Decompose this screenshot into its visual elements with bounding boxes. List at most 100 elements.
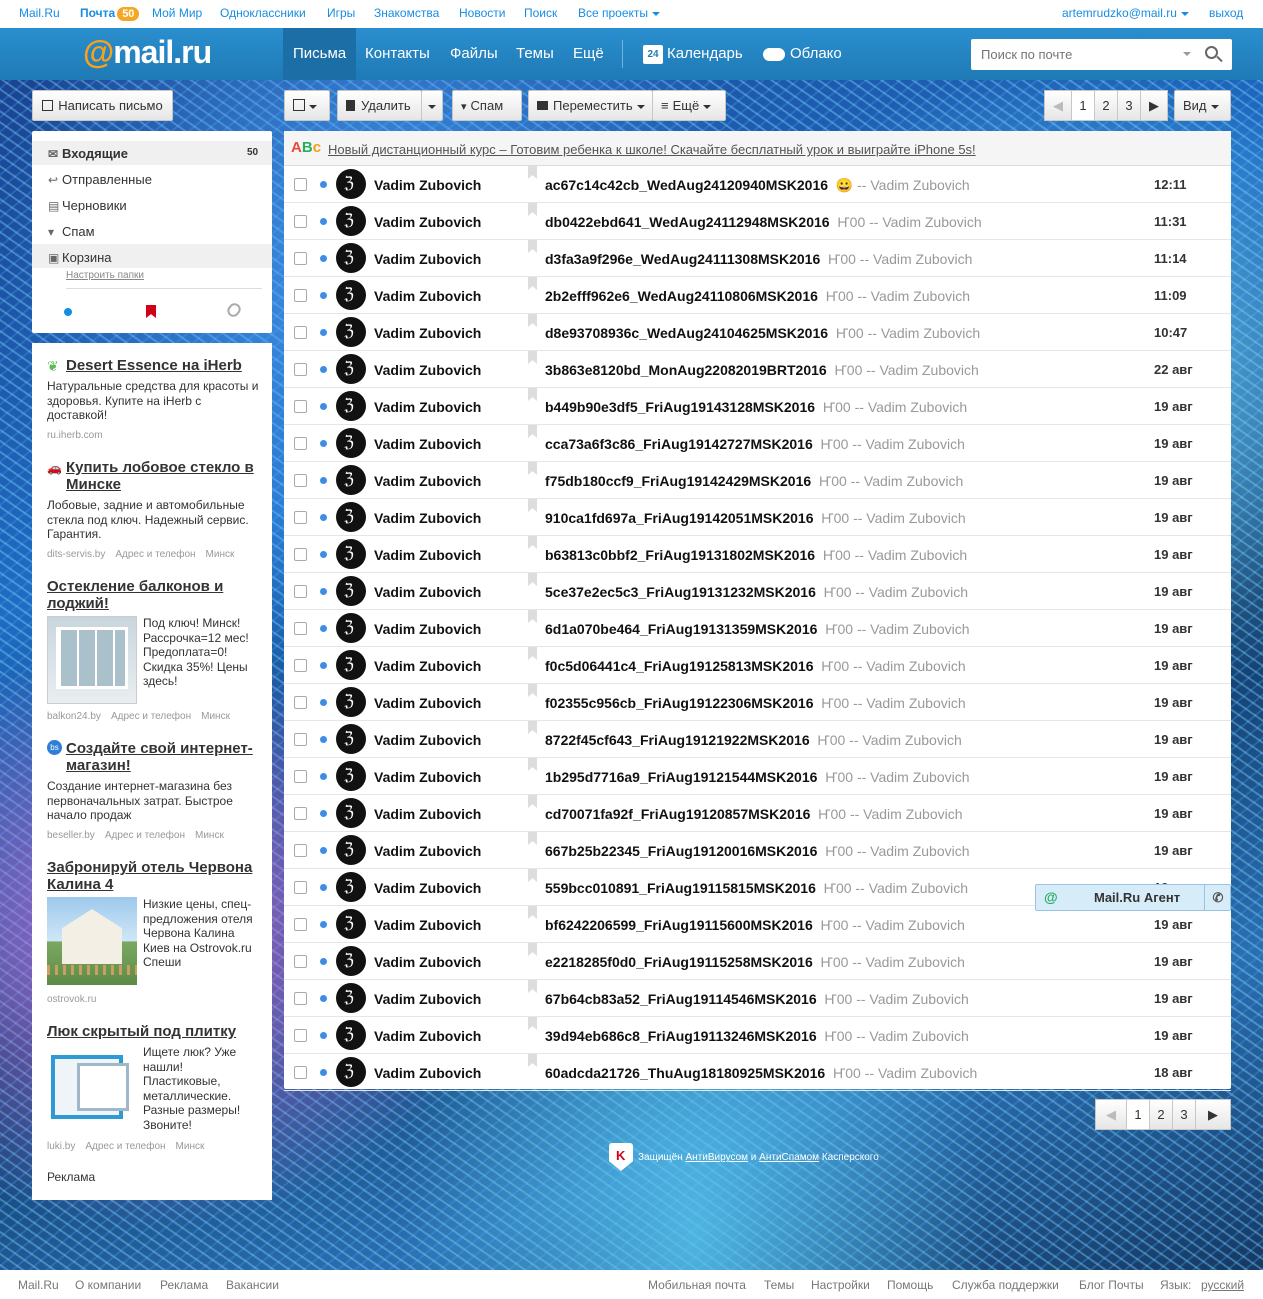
message-checkbox[interactable] [294,696,307,709]
message-checkbox[interactable] [294,437,307,450]
flag-icon[interactable] [528,351,537,364]
portal-link-all-projects[interactable]: Все проекты [578,6,661,20]
flag-icon[interactable] [528,573,537,586]
message-checkbox[interactable] [294,1066,307,1079]
footer-link-support[interactable]: Служба поддержки [952,1278,1059,1292]
footer-link-mobile[interactable]: Мобильная почта [648,1278,746,1292]
ad-title[interactable]: Люк скрытый под плитку [47,1023,262,1040]
message-row[interactable]: ℨ Vadim Zubovich b449b90e3df5_FriAug191431… [284,388,1231,425]
portal-link-news[interactable]: Новости [459,6,505,20]
flag-icon[interactable] [528,869,537,882]
portal-link-ok[interactable]: Одноклассники [220,6,306,20]
unread-dot-icon[interactable] [320,551,327,558]
message-row[interactable]: ℨ Vadim Zubovich f02355c956cb_FriAug191223… [284,684,1231,721]
view-button[interactable]: Вид [1174,90,1231,121]
move-button[interactable]: Переместить [528,90,653,121]
message-row[interactable]: ℨ Vadim Zubovich 910ca1fd697a_FriAug191420… [284,499,1231,536]
tab-more[interactable]: Ещё [563,28,614,80]
mail-agent-widget[interactable]: @ Mail.Ru Агент ✆ [1035,884,1231,911]
message-checkbox[interactable] [294,585,307,598]
flag-icon[interactable] [528,684,537,697]
flag-icon[interactable] [528,906,537,919]
message-checkbox[interactable] [294,178,307,191]
message-checkbox[interactable] [294,215,307,228]
message-row[interactable]: ℨ Vadim Zubovich bf6242206599_FriAug191156… [284,906,1231,943]
flag-icon[interactable] [528,647,537,660]
footer-link-help[interactable]: Помощь [887,1278,933,1292]
antivirus-link[interactable]: АнтиВирусом [686,1152,749,1163]
more-button[interactable]: ≡ Ещё [652,90,726,121]
message-row[interactable]: ℨ Vadim Zubovich 1b295d7716a9_FriAug191215… [284,758,1231,795]
tab-contacts[interactable]: Контакты [355,28,440,80]
unread-dot-icon[interactable] [320,884,327,891]
search-options-chevron-icon[interactable] [1183,52,1191,56]
page-2-button[interactable]: 2 [1094,90,1118,121]
footer-lang-select[interactable]: русский [1201,1278,1244,1292]
promo-banner[interactable]: ABc Новый дистанционный курс – Готовим р… [284,131,1231,166]
flag-icon[interactable] [528,314,537,327]
search-box[interactable] [971,39,1232,70]
flag-icon[interactable] [528,1017,537,1030]
ad-title[interactable]: Desert Essence на iHerb [66,357,256,374]
footer-link-ads[interactable]: Реклама [160,1278,208,1292]
flag-icon[interactable] [528,388,537,401]
folder-spam[interactable]: ▾ Спам [48,224,95,239]
message-row[interactable]: ℨ Vadim Zubovich e2218285f0d0_FriAug191152… [284,943,1231,980]
portal-link-mail[interactable]: Почта 50 [80,6,140,21]
hotel-image[interactable] [47,897,137,985]
unread-dot-icon[interactable] [320,477,327,484]
message-row[interactable]: ℨ Vadim Zubovich 6d1a070be464_FriAug191313… [284,610,1231,647]
message-checkbox[interactable] [294,1029,307,1042]
flag-icon[interactable] [528,943,537,956]
portal-link-dating[interactable]: Знакомства [374,6,439,20]
attachment-filter-icon[interactable] [224,300,244,320]
flag-icon[interactable] [528,425,537,438]
portal-link-mailru[interactable]: Mail.Ru [19,6,60,20]
spam-button[interactable]: ▾ Спам [452,90,522,121]
ad-title[interactable]: Создайте свой интернет-магазин! [66,740,256,774]
cloud-link[interactable]: Облако [753,28,852,80]
unread-dot-icon[interactable] [320,773,327,780]
footer-link-jobs[interactable]: Вакансии [226,1278,279,1292]
unread-dot-icon[interactable] [320,958,327,965]
message-checkbox[interactable] [294,252,307,265]
message-checkbox[interactable] [294,548,307,561]
unread-dot-icon[interactable] [320,699,327,706]
message-checkbox[interactable] [294,363,307,376]
message-row[interactable]: ℨ Vadim Zubovich d3fa3a9f296e_WedAug241113… [284,240,1231,277]
footer-link-mailru[interactable]: Mail.Ru [18,1278,59,1292]
user-menu[interactable]: artemrudzko@mail.ru [1062,6,1189,20]
message-row[interactable]: ℨ Vadim Zubovich f75db180ccf9_FriAug191424… [284,462,1231,499]
message-checkbox[interactable] [294,400,307,413]
flag-icon[interactable] [528,795,537,808]
unread-dot-icon[interactable] [320,403,327,410]
message-row[interactable]: ℨ Vadim Zubovich ac67c14c42cb_WedAug241209… [284,166,1231,203]
unread-dot-icon[interactable] [320,329,327,336]
unread-dot-icon[interactable] [320,514,327,521]
message-checkbox[interactable] [294,881,307,894]
unread-dot-icon[interactable] [320,995,327,1002]
unread-dot-icon[interactable] [320,847,327,854]
folder-inbox[interactable]: ✉ Входящие [48,146,128,161]
page-1-button-bottom[interactable]: 1 [1126,1099,1150,1130]
phone-icon[interactable]: ✆ [1204,885,1231,910]
message-checkbox[interactable] [294,733,307,746]
page-next-button-bottom[interactable]: ▶ [1195,1099,1231,1130]
message-row[interactable]: ℨ Vadim Zubovich d8e93708936c_WedAug241046… [284,314,1231,351]
search-input[interactable] [971,39,1171,70]
calendar-link[interactable]: 24 Календарь [633,28,753,80]
footer-link-about[interactable]: О компании [75,1278,141,1292]
flag-icon[interactable] [528,240,537,253]
unread-dot-icon[interactable] [320,218,327,225]
message-row[interactable]: ℨ Vadim Zubovich 2b2efff962e6_WedAug241108… [284,277,1231,314]
message-row[interactable]: ℨ Vadim Zubovich 67b64cb83a52_FriAug191145… [284,980,1231,1017]
ad-address-link[interactable]: Адрес и телефон [111,711,191,722]
unread-dot-icon[interactable] [320,1032,327,1039]
message-checkbox[interactable] [294,955,307,968]
delete-button[interactable]: Удалить [337,90,422,121]
flag-icon[interactable] [528,536,537,549]
unread-filter-icon[interactable] [64,308,72,316]
portal-link-my-world[interactable]: Мой Мир [152,6,202,20]
message-row[interactable]: ℨ Vadim Zubovich 39d94eb686c8_FriAug191132… [284,1017,1231,1054]
portal-link-games[interactable]: Игры [327,6,355,20]
